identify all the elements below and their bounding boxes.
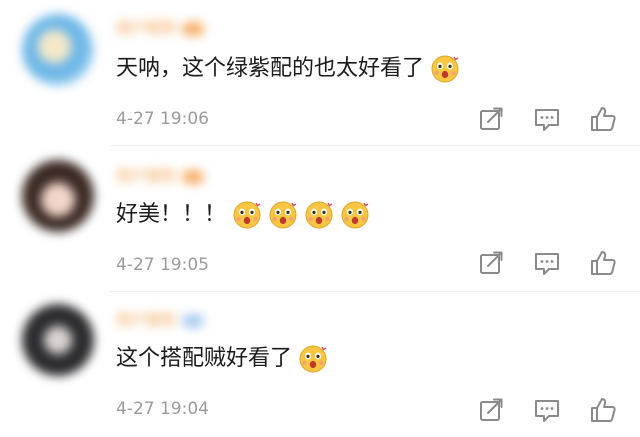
share-button[interactable] bbox=[476, 104, 506, 134]
avatar[interactable] bbox=[22, 160, 94, 232]
share-icon bbox=[476, 104, 506, 134]
comment-icon bbox=[532, 395, 562, 425]
like-icon bbox=[588, 395, 618, 425]
username[interactable]: 用户昵称 bbox=[116, 166, 205, 186]
comment-icon bbox=[532, 104, 562, 134]
like-button[interactable] bbox=[588, 104, 618, 134]
emoji-icon bbox=[430, 54, 460, 84]
comment-time: 4-27 19:04 bbox=[116, 399, 209, 419]
share-button[interactable] bbox=[476, 395, 506, 425]
emoji-icon bbox=[268, 200, 298, 230]
like-button[interactable] bbox=[588, 395, 618, 425]
comment-text: 好美！！！ bbox=[116, 198, 370, 232]
comment-item: 用户昵称 这个搭配贼好看了 4-27 19:04 bbox=[0, 292, 640, 437]
comment-time: 4-27 19:05 bbox=[116, 255, 209, 275]
reply-button[interactable] bbox=[532, 395, 562, 425]
comment-icon bbox=[532, 248, 562, 278]
emoji-icon bbox=[304, 200, 334, 230]
username[interactable]: 用户昵称 bbox=[116, 310, 205, 330]
like-icon bbox=[588, 248, 618, 278]
comment-text-content: 这个搭配贼好看了 bbox=[116, 346, 293, 371]
comment-text: 天呐，这个绿紫配的也太好看了 bbox=[116, 52, 460, 86]
share-button[interactable] bbox=[476, 248, 506, 278]
comment-text-content: 好美！！！ bbox=[116, 202, 227, 227]
share-icon bbox=[476, 395, 506, 425]
reply-button[interactable] bbox=[532, 104, 562, 134]
comment-text: 这个搭配贼好看了 bbox=[116, 342, 328, 376]
emoji-icon bbox=[298, 344, 328, 374]
comment-item: 用户昵称 好美！！！ 4-27 19:05 bbox=[0, 146, 640, 292]
reply-button[interactable] bbox=[532, 248, 562, 278]
like-icon bbox=[588, 104, 618, 134]
comment-actions bbox=[476, 248, 626, 278]
avatar[interactable] bbox=[22, 304, 94, 376]
comment-text-content: 天呐，这个绿紫配的也太好看了 bbox=[116, 56, 425, 81]
comment-actions bbox=[476, 104, 626, 134]
like-button[interactable] bbox=[588, 248, 618, 278]
comment-actions bbox=[476, 395, 626, 425]
avatar[interactable] bbox=[22, 14, 94, 86]
emoji-icon bbox=[340, 200, 370, 230]
comment-item: 用户昵称 天呐，这个绿紫配的也太好看了 4-27 19:06 bbox=[0, 0, 640, 146]
emoji-icon bbox=[232, 200, 262, 230]
share-icon bbox=[476, 248, 506, 278]
username[interactable]: 用户昵称 bbox=[116, 18, 205, 38]
comment-list: 用户昵称 天呐，这个绿紫配的也太好看了 4-27 19:06 用户昵称 好美！！… bbox=[0, 0, 640, 437]
comment-time: 4-27 19:06 bbox=[116, 109, 209, 129]
